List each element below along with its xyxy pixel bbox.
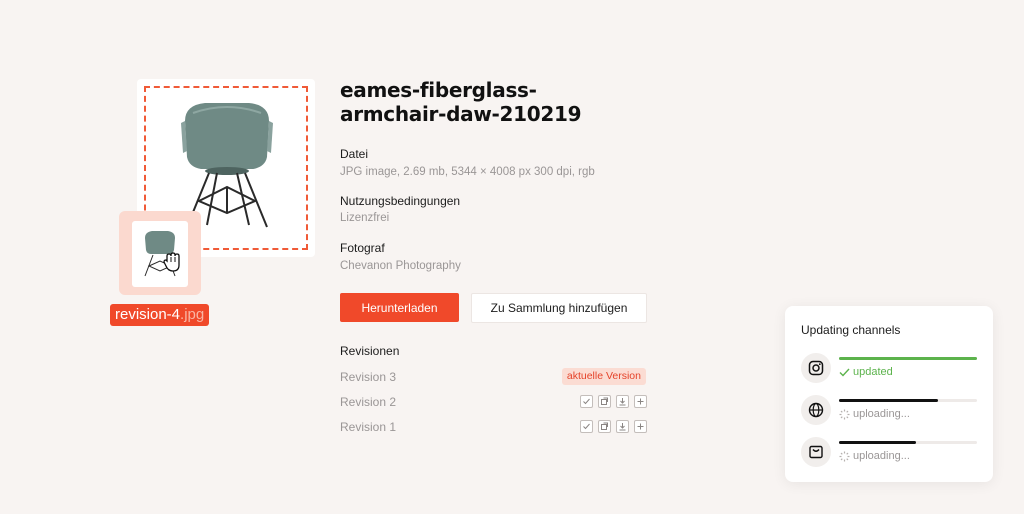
revision-name[interactable]: Revision 1 [340,420,396,434]
revisions-heading: Revisionen [340,344,400,358]
download-button[interactable]: Herunterladen [340,293,459,322]
shop-icon [801,437,831,467]
asset-title-line1: eames-fiberglass- [340,78,537,102]
channel-status: uploading... [839,450,910,462]
add-icon[interactable] [634,420,647,433]
asset-title-line2: armchair-daw-210219 [340,102,582,126]
channel-status: updated [839,366,893,378]
channel-instagram: updated [801,353,977,383]
current-version-badge: aktuelle Version [561,368,646,385]
file-value: JPG image, 2.69 mb, 5344 × 4008 px 300 d… [340,166,595,178]
channel-status-text: uploading... [853,408,910,420]
channel-shop: uploading... [801,437,977,467]
download-icon[interactable] [616,420,629,433]
grab-hand-cursor-icon [163,252,180,272]
license-label: Nutzungsbedingungen [340,194,461,208]
replace-icon[interactable] [598,420,611,433]
file-label: Datei [340,147,369,161]
channel-status-text: updated [853,366,893,378]
spinner-icon [839,409,850,419]
instagram-icon [801,353,831,383]
revision-actions [580,395,647,408]
revision-name[interactable]: Revision 2 [340,395,396,409]
license-value: Lizenzfrei [340,212,390,224]
filename-extension: .jpg [180,306,205,323]
panel-title: Updating channels [801,323,901,337]
drag-ghost[interactable] [119,211,201,295]
dragged-filename-tag: revision-4.jpg [110,304,210,326]
download-icon[interactable] [616,395,629,408]
photographer-label: Fotograf [340,241,385,255]
globe-icon [801,395,831,425]
check-icon[interactable] [580,420,593,433]
checkmark-icon [839,368,850,377]
upload-progress-fill [839,399,939,402]
check-icon[interactable] [580,395,593,408]
upload-progress-track [839,399,977,402]
revision-actions [580,420,647,433]
add-to-collection-button[interactable]: Zu Sammlung hinzufügen [471,293,647,323]
add-icon[interactable] [634,395,647,408]
replace-icon[interactable] [598,395,611,408]
revision-row: Revision 3 aktuelle Version [340,368,647,386]
channel-status: uploading... [839,408,910,420]
upload-progress-track [839,441,977,444]
filename-base: revision-4 [115,306,181,323]
photographer-value: Chevanon Photography [340,260,461,272]
revision-row[interactable]: Revision 2 [340,393,647,411]
dragged-thumbnail[interactable] [132,221,188,287]
asset-title: eames-fiberglass-armchair-daw-210219 [340,78,600,126]
updating-channels-panel: Updating channels updated uploading... u… [785,306,993,482]
channel-status-text: uploading... [853,450,910,462]
upload-progress-fill [839,441,917,444]
revision-name: Revision 3 [340,370,397,384]
channel-website: uploading... [801,395,977,425]
revision-row[interactable]: Revision 1 [340,418,647,436]
spinner-icon [839,451,850,461]
upload-progress-track [839,357,977,360]
upload-progress-fill [839,357,977,360]
